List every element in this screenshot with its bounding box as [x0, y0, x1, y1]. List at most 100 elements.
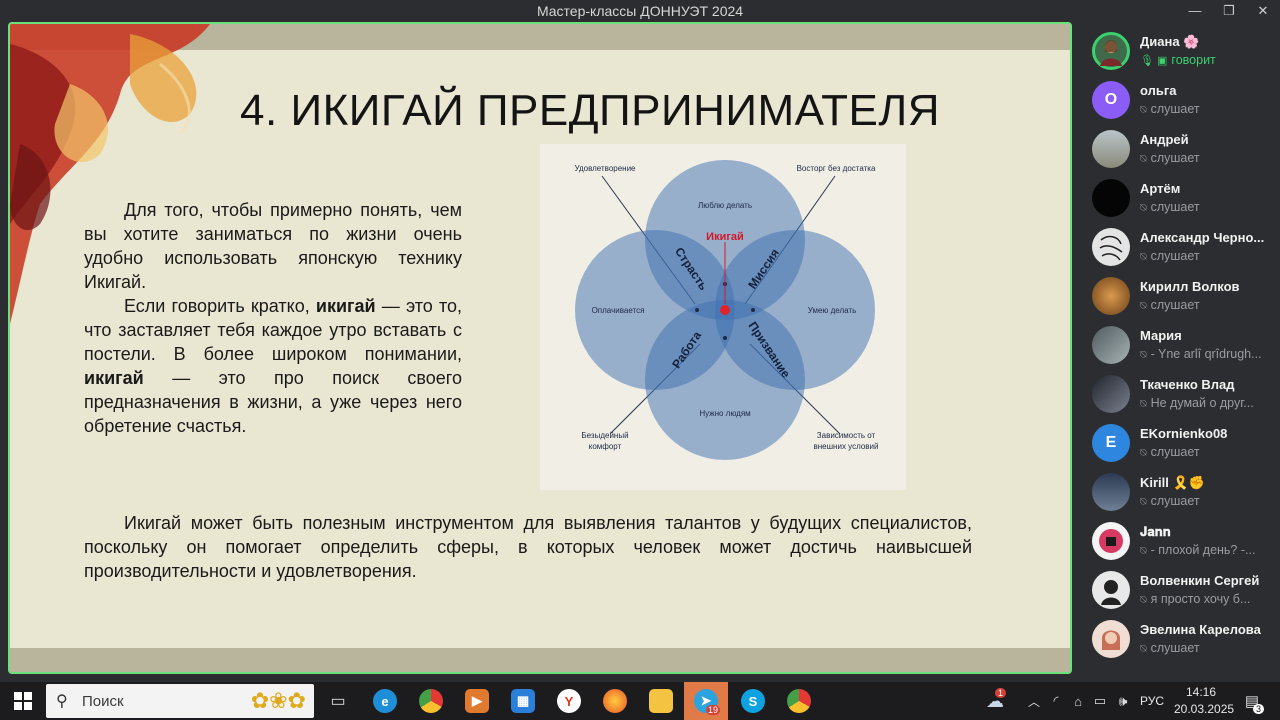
chrome-app[interactable]: [416, 682, 446, 720]
presentation-slide: 4. ИКИГАЙ ПРЕДПРИНИМАТЕЛЯ Для того, чтоб…: [10, 24, 1070, 672]
telegram-badge: 19: [705, 705, 720, 715]
telegram-app[interactable]: ➤ 19: [684, 682, 728, 720]
participant-status: ⍉ слушает: [1140, 249, 1200, 263]
muted-mic-icon: ⍉: [1140, 447, 1147, 459]
avatar: [1092, 522, 1130, 560]
yandex-app[interactable]: Y: [554, 682, 584, 720]
media-app[interactable]: ▶: [462, 682, 492, 720]
search-placeholder: Поиск: [82, 693, 124, 710]
taskbar-search-box[interactable]: ⚲ Поиск ✿❀✿: [46, 684, 314, 718]
muted-mic-icon: ⍉: [1140, 496, 1147, 508]
weather-badge: 1: [994, 688, 1006, 698]
muted-mic-icon: ⍉: [1140, 251, 1147, 263]
participant-item[interactable]: Kirill 🎗️✊ ⍉ слушает: [1090, 471, 1280, 515]
battery-button[interactable]: ▭: [1090, 682, 1110, 720]
participant-name: Ткаченко Влад: [1140, 377, 1235, 392]
maximize-button[interactable]: ❐: [1212, 0, 1246, 22]
task-view-button[interactable]: ▭: [324, 682, 352, 720]
notifications-button[interactable]: ▤ 3: [1238, 682, 1266, 720]
participant-item[interactable]: Диана 🌸 🎙 ▣ говорит: [1090, 30, 1280, 74]
ikigai-bold-1: икигай: [315, 296, 376, 316]
participant-status: ⍉ - плохой день? -...: [1140, 543, 1256, 557]
chevron-up-icon: ︿: [1027, 694, 1040, 709]
window-titlebar: Мастер-классы ДОННУЭТ 2024 — ❐ ✕: [0, 0, 1280, 22]
participant-name: Андрей: [1140, 132, 1189, 147]
volume-button[interactable]: 🕪: [1112, 682, 1134, 720]
network-button[interactable]: ◜: [1046, 682, 1066, 720]
ikigai-bold-2: икигай: [84, 368, 144, 388]
participant-item[interactable]: Ткаченко Влад ⍉ Не думай о друг...: [1090, 373, 1280, 417]
participant-item[interactable]: Андрей ⍉ слушает: [1090, 128, 1280, 172]
explorer-app[interactable]: [646, 682, 676, 720]
participant-name: Волвенкин Сергей: [1140, 573, 1260, 588]
avatar: [1092, 228, 1130, 266]
edge-app[interactable]: e: [370, 682, 400, 720]
language-indicator[interactable]: РУС: [1140, 694, 1164, 708]
participant-item[interactable]: Мария ⍉ - Yne arlî qrîdrugh...: [1090, 324, 1280, 368]
tray-app-button[interactable]: ⌂: [1068, 682, 1088, 720]
muted-mic-icon: ⍉: [1140, 349, 1147, 361]
participant-name: Кирилл Волков: [1140, 279, 1240, 294]
corner-br-label-2: внешних условий: [814, 442, 879, 451]
bottom-text: Икигай может быть полезным инструментом …: [84, 511, 972, 583]
avatar: [1092, 277, 1130, 315]
participant-item[interactable]: О ольга ⍉ слушает: [1090, 79, 1280, 123]
participant-name: 𝐉𝐚𝐧𝐧: [1140, 524, 1171, 539]
participant-item[interactable]: 𝐉𝐚𝐧𝐧 ⍉ - плохой день? -...: [1090, 520, 1280, 564]
firefox-icon: [603, 689, 627, 713]
participant-name: Kirill 🎗️✊: [1140, 475, 1205, 490]
avatar: [1092, 571, 1130, 609]
store-app[interactable]: ▦: [508, 682, 538, 720]
love-label: Люблю делать: [698, 201, 752, 210]
store-icon: ▦: [511, 689, 535, 713]
weather-widget[interactable]: ☁ 1: [980, 682, 1010, 720]
participant-status: ⍉ я просто хочу б...: [1140, 592, 1251, 606]
corner-bl-label-1: Безыдейный: [581, 431, 628, 440]
participant-status: ⍉ слушает: [1140, 200, 1200, 214]
participant-status: ⍉ слушает: [1140, 445, 1200, 459]
show-hidden-icons-button[interactable]: ︿: [1024, 682, 1044, 720]
avatar: [1092, 620, 1130, 658]
skype-app[interactable]: S: [738, 682, 768, 720]
clock-date[interactable]: 20.03.2025: [1174, 702, 1234, 716]
ikigai-venn-svg: Икигай Люблю делать Оплачивается Умею де…: [575, 160, 879, 460]
paid-label: Оплачивается: [592, 306, 645, 315]
participant-name: EKornienko08: [1140, 426, 1228, 441]
participant-item[interactable]: Эвелина Карелова ⍉ слушает: [1090, 618, 1280, 662]
corner-tl-label: Удовлетворение: [575, 164, 637, 173]
participant-item[interactable]: E EKornienko08 ⍉ слушает: [1090, 422, 1280, 466]
folder-icon: [649, 689, 673, 713]
task-view-icon: ▭: [330, 693, 346, 710]
muted-mic-icon: ⍉: [1140, 153, 1147, 165]
corner-tr-label: Восторг без достатка: [797, 164, 876, 173]
bottom-paragraph: Икигай может быть полезным инструментом …: [84, 513, 972, 581]
intro-paragraph-2: Если говорить кратко, икигай — это то, ч…: [84, 294, 462, 438]
microphone-icon: 🎙 ▣: [1140, 55, 1168, 67]
speaker-icon: 🕪: [1118, 692, 1128, 709]
start-button[interactable]: [8, 682, 38, 720]
participant-status: ⍉ - Yne arlî qrîdrugh...: [1140, 347, 1262, 361]
window-title: Мастер-классы ДОННУЭТ 2024: [536, 3, 744, 19]
screen-share-stage[interactable]: 4. ИКИГАЙ ПРЕДПРИНИМАТЕЛЯ Для того, чтоб…: [8, 22, 1072, 674]
muted-mic-icon: ⍉: [1140, 398, 1147, 410]
corner-bl-label-2: комфорт: [589, 442, 622, 451]
participant-item[interactable]: Артём ⍉ слушает: [1090, 177, 1280, 221]
participant-name: Диана 🌸: [1140, 34, 1200, 49]
participant-item[interactable]: Александр Черно... ⍉ слушает: [1090, 226, 1280, 270]
participants-panel: Диана 🌸 🎙 ▣ говорит О ольга ⍉ слушает Андр…: [1082, 22, 1280, 682]
wifi-icon: ◜: [1053, 693, 1059, 708]
firefox-app[interactable]: [600, 682, 630, 720]
participant-name: Артём: [1140, 181, 1181, 196]
muted-mic-icon: ⍉: [1140, 300, 1147, 312]
avatar: E: [1092, 424, 1130, 462]
avatar: [1092, 326, 1130, 364]
minimize-button[interactable]: —: [1178, 0, 1212, 22]
close-button[interactable]: ✕: [1246, 0, 1280, 22]
participant-item[interactable]: Волвенкин Сергей ⍉ я просто хочу б...: [1090, 569, 1280, 613]
muted-mic-icon: ⍉: [1140, 202, 1147, 214]
participant-item[interactable]: Кирилл Волков ⍉ слушает: [1090, 275, 1280, 319]
chrome-profile-app[interactable]: [784, 682, 814, 720]
clock-time[interactable]: 14:16: [1186, 685, 1216, 699]
muted-mic-icon: ⍉: [1140, 643, 1147, 655]
participant-status: ⍉ слушает: [1140, 298, 1200, 312]
